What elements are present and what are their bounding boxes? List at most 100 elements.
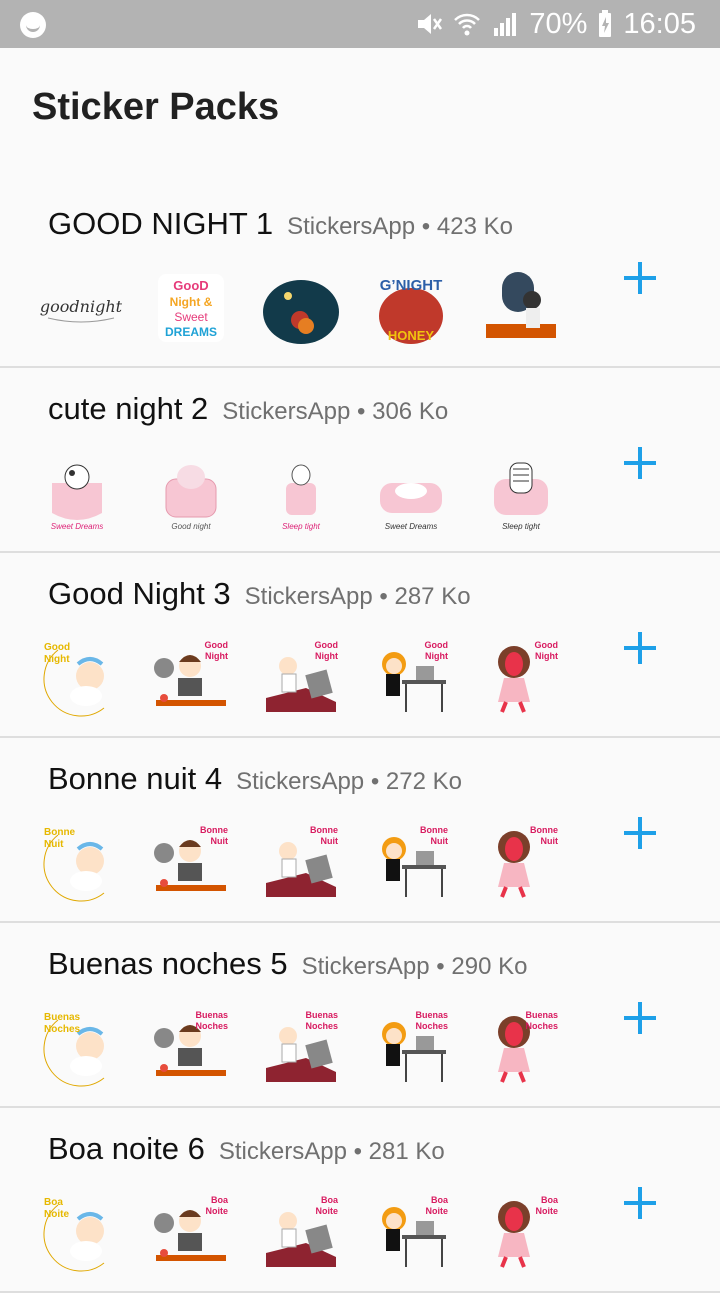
svg-text:Buenas: Buenas	[44, 1012, 81, 1023]
svg-text:Boa: Boa	[541, 1195, 559, 1205]
pack-name: Bonne nuit 4	[48, 761, 223, 796]
sticker-baby-moon: Good Night	[40, 638, 122, 718]
pack-title-line: Good Night 3 StickersApp • 287 Ko	[48, 576, 471, 612]
battery-icon	[597, 10, 613, 38]
svg-text:Good: Good	[535, 640, 559, 650]
sticker-pack-row[interactable]: Good Night 3 StickersApp • 287 Ko Good Nigh…	[0, 554, 720, 738]
plus-icon[interactable]	[622, 1000, 658, 1036]
svg-text:Night &: Night &	[170, 295, 213, 309]
pack-publisher: StickersApp	[218, 1138, 347, 1165]
sticker-pack-row[interactable]: cute night 2 StickersApp • 306 Ko Sweet Dr…	[0, 369, 720, 553]
pack-publisher: StickersApp	[287, 213, 416, 240]
svg-text:Nuit: Nuit	[541, 836, 559, 846]
svg-text:Bonne: Bonne	[310, 825, 338, 835]
sticker-pink-girl: Good Night	[480, 638, 562, 718]
sticker-baby-moon: Bonne Nuit	[40, 823, 122, 903]
sticker-man-laptop: Boa Noite	[260, 1193, 342, 1273]
sticker-bear-chair: Good night	[150, 453, 232, 533]
svg-text:Night: Night	[425, 651, 448, 661]
sticker-girl-desk: Buenas Noches	[370, 1008, 452, 1088]
sticker-preview-strip: Good Night Good Night Good Night Good Night Good…	[40, 638, 562, 718]
sticker-pack-row[interactable]: Boa noite 6 StickersApp • 281 Ko Boa Noite B…	[0, 1109, 720, 1293]
signal-icon	[491, 10, 519, 38]
svg-text:Buenas: Buenas	[305, 1010, 338, 1020]
pack-size: 290 Ko	[451, 953, 528, 980]
app-bar: Sticker Packs	[0, 48, 720, 166]
svg-text:Good: Good	[425, 640, 449, 650]
svg-text:Noite: Noite	[44, 1209, 69, 1220]
pack-publisher: StickersApp	[301, 953, 430, 980]
svg-text:Good night: Good night	[171, 522, 211, 531]
svg-text:Sleep tight: Sleep tight	[502, 522, 541, 531]
pack-publisher: StickersApp	[236, 768, 365, 795]
pack-size: 281 Ko	[368, 1138, 445, 1165]
pack-size: 423 Ko	[436, 213, 513, 240]
svg-text:Noite: Noite	[316, 1206, 339, 1216]
sticker-preview-strip: Boa Noite Boa Noite Boa Noite Boa Noite Boa Noite	[40, 1193, 562, 1273]
sticker-pink-girl: Boa Noite	[480, 1193, 562, 1273]
plus-icon[interactable]	[622, 445, 658, 481]
sticker-pack-row[interactable]: Buenas noches 5 StickersApp • 290 Ko Buena…	[0, 924, 720, 1108]
sticker-baby-moon: Buenas Noches	[40, 1008, 122, 1088]
plus-icon[interactable]	[622, 630, 658, 666]
meta-separator: •	[415, 213, 437, 240]
svg-text:Night: Night	[44, 654, 70, 665]
pack-name: Boa noite 6	[48, 1131, 205, 1166]
clock: 16:05	[623, 7, 696, 40]
svg-text:Nuit: Nuit	[211, 836, 229, 846]
plus-icon[interactable]	[622, 815, 658, 851]
sticker-girl-desk: Boa Noite	[370, 1193, 452, 1273]
pack-title-line: Buenas noches 5 StickersApp • 290 Ko	[48, 946, 527, 982]
sticker-girl-desk: Bonne Nuit	[370, 823, 452, 903]
sticker-office-man: Bonne Nuit	[150, 823, 232, 903]
meta-separator: •	[429, 953, 452, 980]
sticker-bunny-cup: Sleep tight	[260, 453, 342, 533]
svg-text:Noches: Noches	[415, 1021, 448, 1031]
svg-text:Noite: Noite	[536, 1206, 559, 1216]
svg-text:Bonne: Bonne	[200, 825, 228, 835]
pack-title-line: GOOD NIGHT 1 StickersApp • 423 Ko	[48, 206, 513, 242]
svg-text:Boa: Boa	[431, 1195, 449, 1205]
svg-text:G’NIGHT: G’NIGHT	[380, 277, 443, 294]
pack-size: 272 Ko	[385, 768, 462, 795]
plus-icon[interactable]	[622, 260, 658, 296]
svg-text:goodnight: goodnight	[40, 297, 122, 316]
sticker-pink-girl: Bonne Nuit	[480, 823, 562, 903]
svg-text:Buenas: Buenas	[195, 1010, 228, 1020]
sticker-night-moon-girl	[260, 268, 342, 348]
sticker-preview-strip: Bonne Nuit Bonne Nuit Bonne Nuit Bonne Nuit Bonn…	[40, 823, 562, 903]
svg-text:Bonne: Bonne	[44, 827, 76, 838]
sticker-man-laptop: Buenas Noches	[260, 1008, 342, 1088]
meta-separator: •	[364, 768, 386, 795]
page-title: Sticker Packs	[32, 86, 280, 128]
sticker-gnight-honey: G’NIGHT HONEY	[370, 268, 452, 348]
svg-text:Boa: Boa	[321, 1195, 339, 1205]
svg-text:Night: Night	[315, 651, 338, 661]
pack-title-line: cute night 2 StickersApp • 306 Ko	[48, 391, 448, 427]
sticker-preview-strip: Sweet Dreams Good night Sleep tight Sweet D…	[40, 453, 562, 533]
sticker-pack-row[interactable]: Bonne nuit 4 StickersApp • 272 Ko Bonne Nui…	[0, 739, 720, 923]
sticker-desk-boy	[480, 268, 562, 348]
svg-text:Good: Good	[205, 640, 229, 650]
svg-text:Good: Good	[315, 640, 339, 650]
svg-text:Sleep tight: Sleep tight	[282, 522, 321, 531]
status-bar: 70% 16:05	[0, 0, 720, 48]
pack-meta: StickersApp • 287 Ko	[245, 583, 471, 610]
plus-icon[interactable]	[622, 1185, 658, 1221]
svg-text:Buenas: Buenas	[525, 1010, 558, 1020]
svg-text:DREAMS: DREAMS	[165, 325, 217, 339]
sticker-man-laptop: Bonne Nuit	[260, 823, 342, 903]
sticker-preview-strip: Buenas Noches Buenas Noches Buenas Noches Buen…	[40, 1008, 562, 1088]
meta-separator: •	[346, 1138, 369, 1165]
pack-size: 306 Ko	[372, 398, 449, 425]
pack-name: Good Night 3	[48, 576, 231, 611]
sticker-pack-row[interactable]: GOOD NIGHT 1 StickersApp • 423 Ko goodnigh…	[0, 184, 720, 368]
svg-text:Noite: Noite	[426, 1206, 449, 1216]
svg-text:Sweet: Sweet	[174, 310, 208, 324]
pack-meta: StickersApp • 423 Ko	[287, 213, 513, 240]
svg-text:Bonne: Bonne	[420, 825, 448, 835]
pack-title-line: Boa noite 6 StickersApp • 281 Ko	[48, 1131, 445, 1167]
svg-text:Boa: Boa	[211, 1195, 229, 1205]
pack-meta: StickersApp • 272 Ko	[236, 768, 462, 795]
svg-text:Good: Good	[44, 642, 70, 653]
